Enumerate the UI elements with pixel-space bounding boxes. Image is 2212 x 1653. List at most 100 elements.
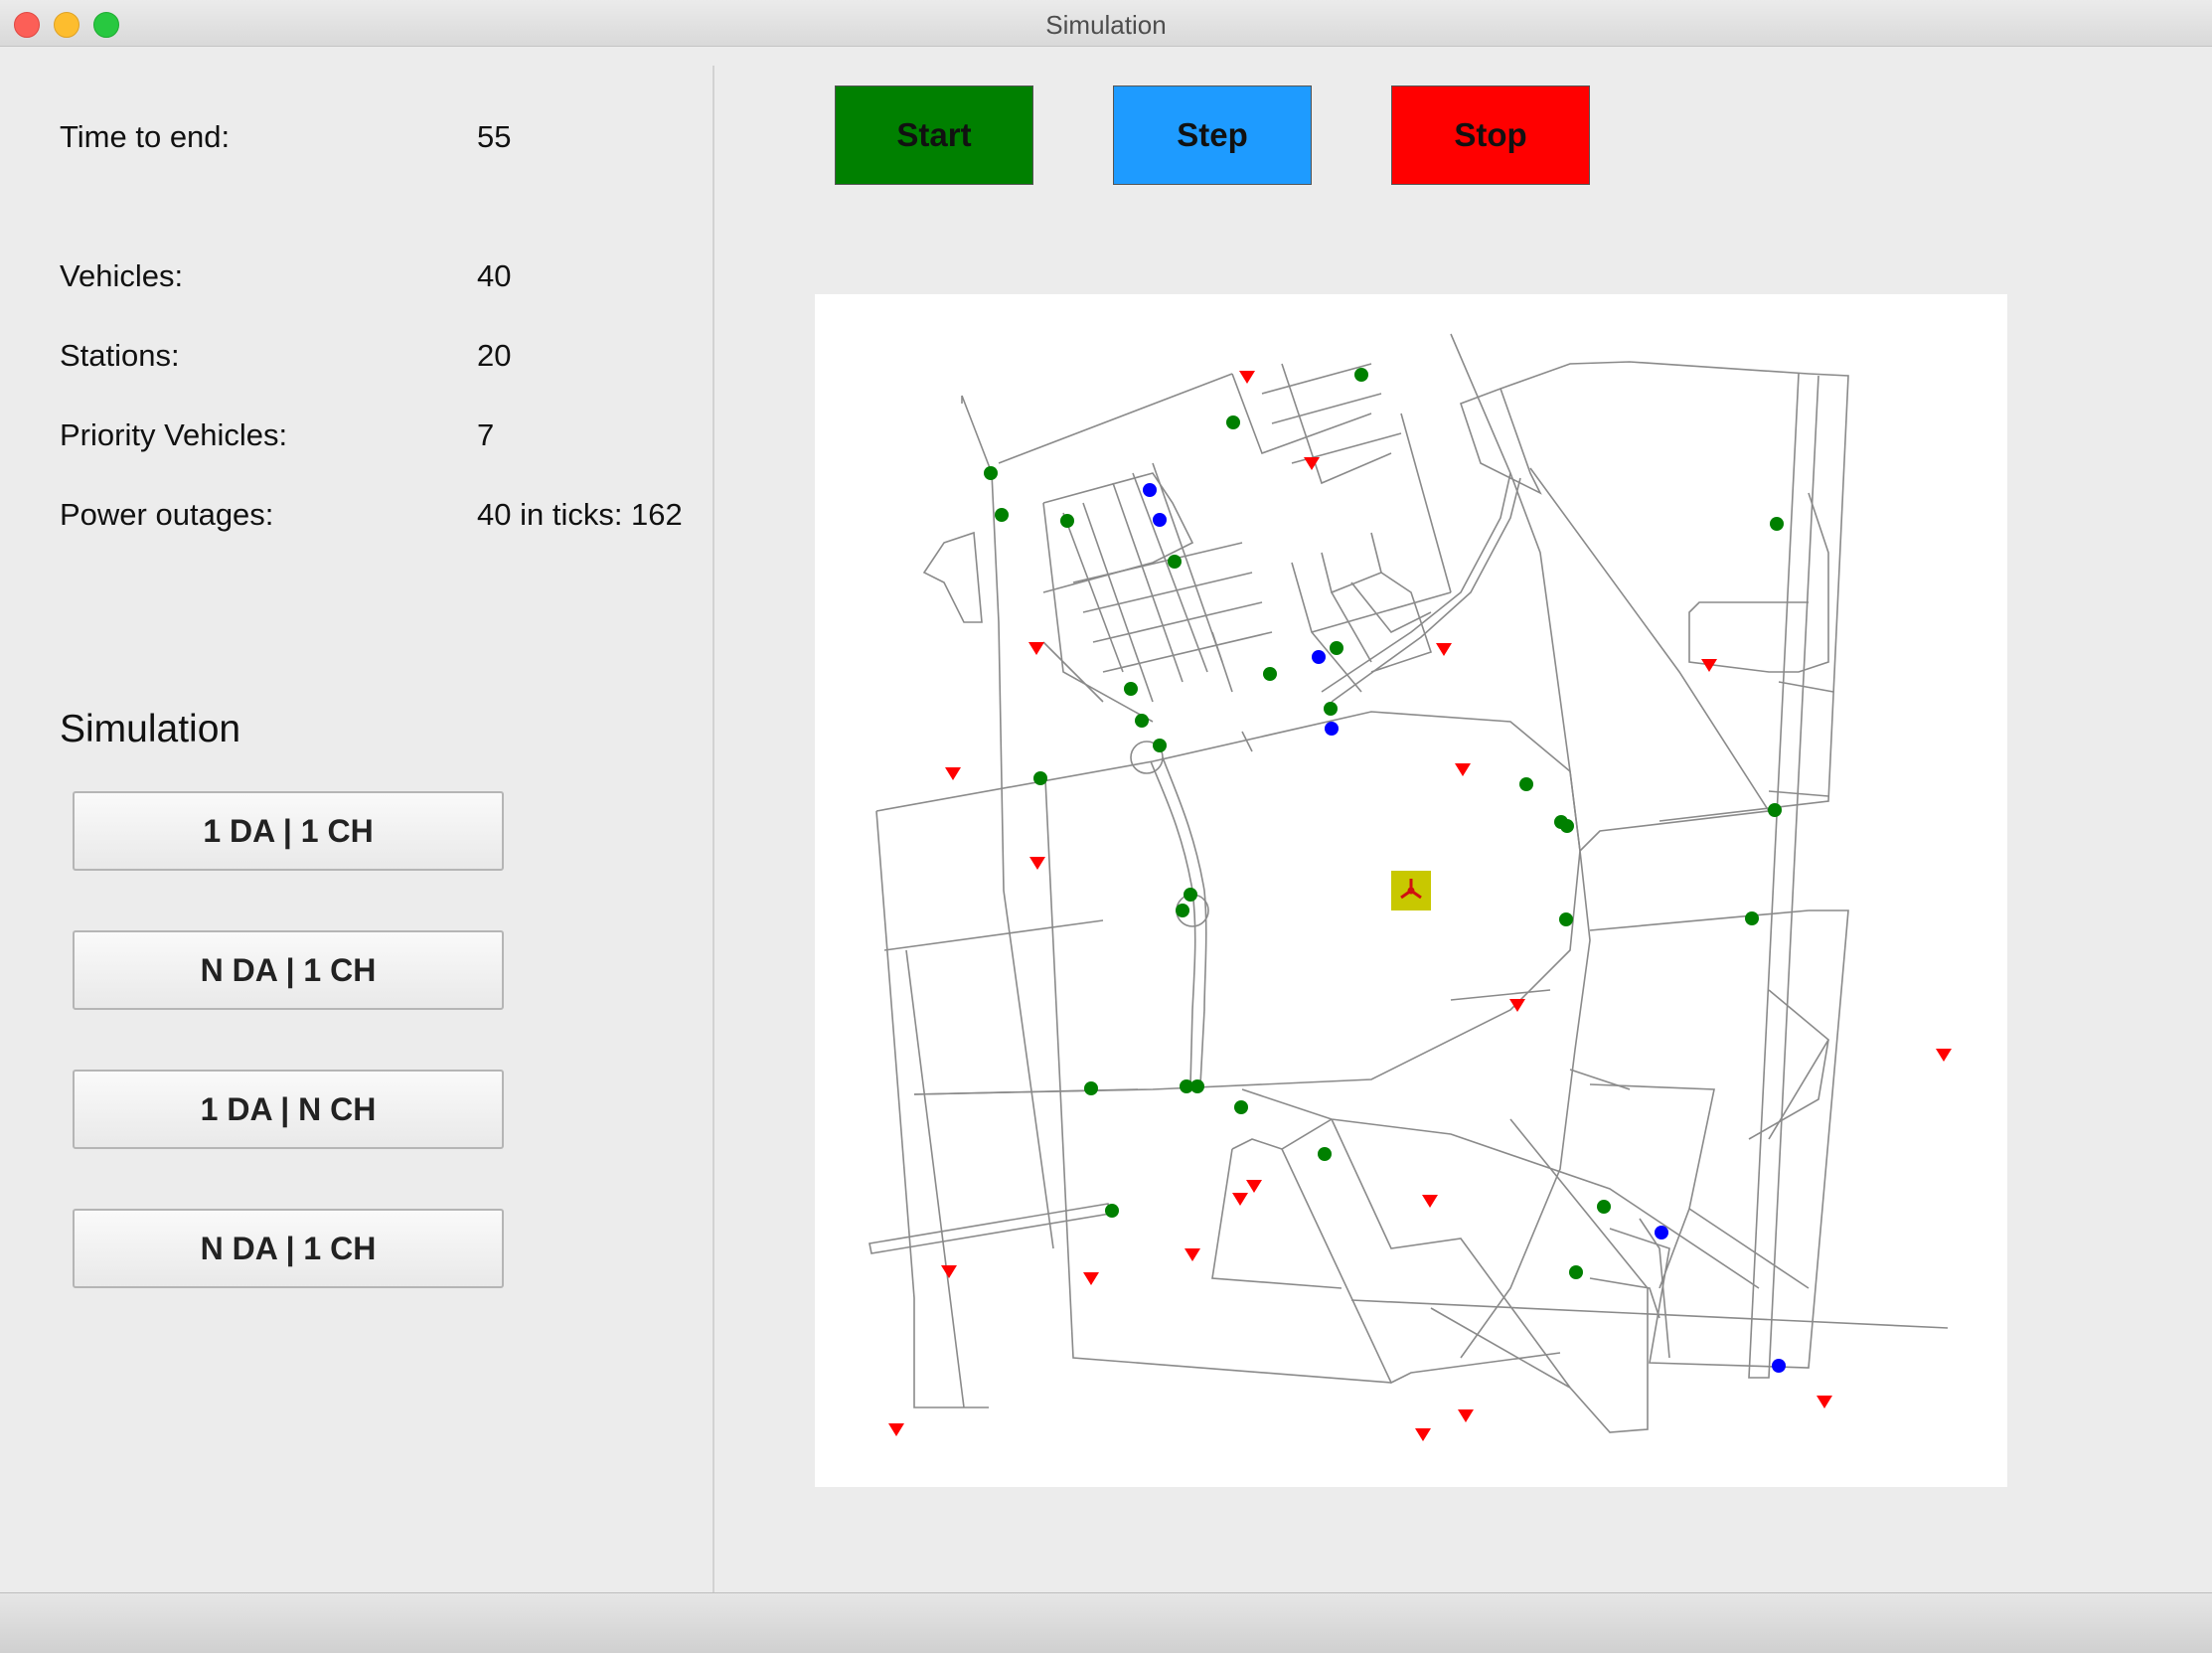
stations-label: Stations: (60, 338, 180, 373)
station-marker (1239, 371, 1255, 384)
road (1331, 1118, 1649, 1433)
road (1321, 472, 1511, 693)
priority-vehicles-value: 7 (477, 417, 495, 452)
vehicle-marker (1168, 555, 1182, 569)
simulation-section-title: Simulation (60, 708, 241, 750)
center-marker (1391, 871, 1431, 910)
road (1768, 989, 1830, 1140)
road (913, 1088, 1139, 1095)
simulation-map[interactable] (815, 294, 2007, 1487)
algorithm-button-1da-nch[interactable]: 1 DA | N CH (73, 1070, 504, 1149)
road (1430, 1307, 1571, 1389)
road (1082, 572, 1253, 613)
priority-vehicle-marker (1143, 483, 1157, 497)
station-marker (1936, 1049, 1952, 1062)
stop-button[interactable]: Stop (1391, 85, 1590, 185)
vehicle-marker (1234, 1100, 1248, 1114)
station-marker (888, 1423, 904, 1436)
vehicle-marker (984, 466, 998, 480)
road (1589, 1083, 1715, 1289)
station-marker (1455, 763, 1471, 776)
vehicle-marker (1226, 415, 1240, 429)
station-marker (1415, 1428, 1431, 1441)
start-button[interactable]: Start (835, 85, 1033, 185)
power-outages-value: 40 in ticks: 162 (477, 497, 683, 532)
station-marker (941, 1265, 957, 1278)
station-marker (1436, 643, 1452, 656)
vehicles-label: Vehicles: (60, 258, 184, 293)
road (1082, 502, 1154, 703)
station-marker (1232, 1193, 1248, 1206)
road (961, 395, 1054, 1249)
algorithm-button-1da-1ch[interactable]: 1 DA | 1 CH (73, 791, 504, 871)
vehicle-marker (1318, 1147, 1332, 1161)
vehicle-marker (1560, 819, 1574, 833)
vehicle-marker (1597, 1200, 1611, 1214)
power-outages-label: Power outages: (60, 497, 274, 532)
vehicle-marker (1124, 682, 1138, 696)
road (1281, 1148, 1561, 1385)
station-marker (1509, 999, 1525, 1012)
panel-divider (712, 66, 714, 1592)
road (1042, 641, 1104, 703)
road (922, 531, 983, 623)
station-marker (1246, 1180, 1262, 1193)
vehicle-marker (1263, 667, 1277, 681)
road (1211, 1148, 1343, 1289)
vehicle-marker (1190, 1079, 1204, 1093)
road (1231, 373, 1372, 455)
vehicle-marker (1354, 368, 1368, 382)
road (1261, 363, 1372, 395)
info-panel: Time to end: 55 Vehicles: 40 Stations: 2… (0, 46, 712, 1592)
road (875, 810, 989, 1408)
station-marker (1028, 642, 1044, 655)
map-svg (869, 333, 1952, 1441)
window-title: Simulation (1045, 10, 1167, 40)
vehicle-marker (1768, 803, 1782, 817)
vehicle-marker (1330, 641, 1343, 655)
algorithm-button-nda-1ch[interactable]: N DA | 1 CH (73, 930, 504, 1010)
road (998, 373, 1233, 464)
step-button[interactable]: Step (1113, 85, 1312, 185)
station-marker (1083, 1272, 1099, 1285)
road (1152, 462, 1223, 663)
road (1609, 909, 1849, 1369)
road (1271, 393, 1382, 424)
vehicle-marker (1033, 771, 1047, 785)
station-marker (1422, 1195, 1438, 1208)
priority-vehicles-label: Priority Vehicles: (60, 417, 288, 452)
vehicle-marker (1153, 739, 1167, 752)
road (1589, 909, 1810, 931)
vehicle-marker (1770, 517, 1784, 531)
algorithm-button-nda-1ch-2[interactable]: N DA | 1 CH (73, 1209, 504, 1288)
road (1529, 467, 1771, 852)
road (1748, 373, 1819, 1379)
road (1350, 581, 1432, 634)
station-marker (1185, 1248, 1200, 1261)
vehicle-marker (1745, 911, 1759, 925)
vehicle-marker (1060, 514, 1074, 528)
road (1241, 1088, 1760, 1289)
vehicle-marker (1569, 1265, 1583, 1279)
vehicle-marker (1184, 888, 1197, 902)
road (1450, 989, 1551, 1001)
vehicle-marker (1559, 912, 1573, 926)
road (1150, 760, 1196, 1085)
vehicle-marker (1135, 714, 1149, 728)
priority-vehicle-marker (1153, 513, 1167, 527)
vehicle-marker (1176, 904, 1189, 917)
road (1211, 631, 1233, 693)
road (1102, 631, 1273, 673)
vehicles-value: 40 (477, 258, 512, 293)
road (1370, 532, 1382, 574)
time-to-end-label: Time to end: (60, 119, 231, 154)
station-marker (1817, 1396, 1832, 1408)
vehicle-marker (1084, 1081, 1098, 1095)
road (1688, 1208, 1810, 1289)
road (869, 1203, 1111, 1254)
priority-vehicle-marker (1312, 650, 1326, 664)
priority-vehicle-marker (1325, 722, 1339, 736)
station-marker (1029, 857, 1045, 870)
station-marker (945, 767, 961, 780)
road (1331, 477, 1521, 703)
